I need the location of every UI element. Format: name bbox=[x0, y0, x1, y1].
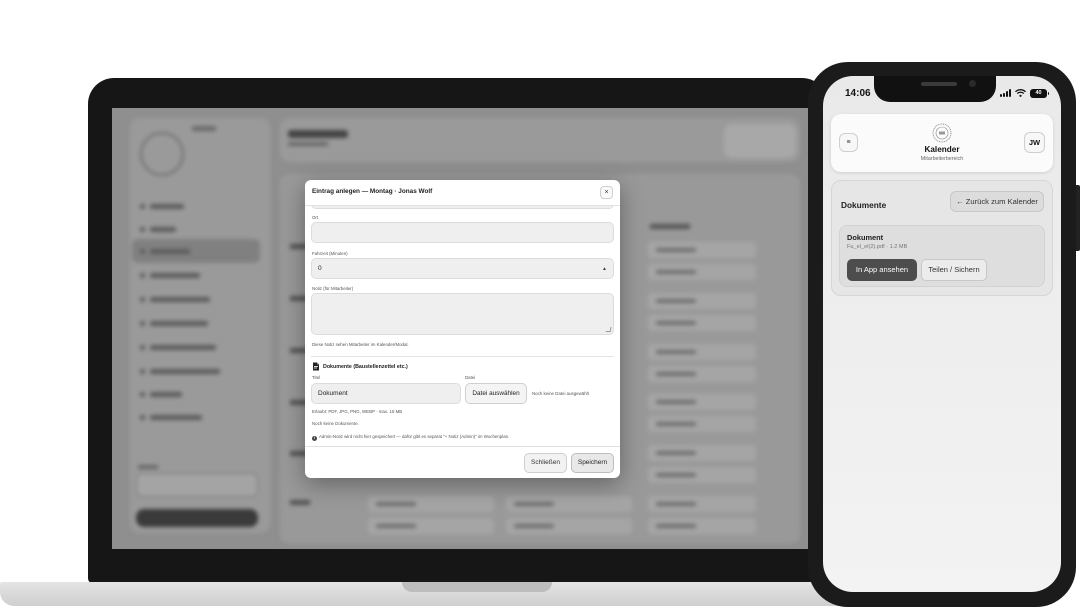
fahrzeit-select[interactable]: 0 ▲ bbox=[311, 258, 614, 279]
share-button[interactable]: Teilen / Sichern bbox=[921, 259, 987, 281]
no-documents-text: Noch keine Dokumente. bbox=[312, 421, 359, 426]
bg-cell bbox=[648, 344, 756, 360]
section-divider bbox=[311, 356, 614, 357]
device-mockup: Eintrag anlegen — Montag · Jonas Wolf × … bbox=[0, 0, 1080, 608]
phone-screen: 14:06 40 ≡ Kalender Mitarbeiterbereich J… bbox=[823, 76, 1061, 592]
bg-cell bbox=[648, 496, 756, 512]
previous-field-edge bbox=[311, 206, 614, 209]
bg-cell bbox=[648, 293, 756, 309]
bg-logout-button bbox=[136, 509, 258, 527]
documents-title: Dokumente bbox=[841, 200, 887, 210]
titel-input[interactable]: Dokument bbox=[311, 383, 461, 404]
modal-body[interactable]: Ort Fahrzeit (Minuten) 0 ▲ Notiz (für Mi… bbox=[305, 206, 620, 446]
chevron-updown-icon: ▲ bbox=[602, 266, 607, 272]
modal-header: Eintrag anlegen — Montag · Jonas Wolf × bbox=[305, 180, 620, 206]
app-title: Kalender bbox=[924, 145, 960, 154]
notiz-textarea[interactable] bbox=[311, 293, 614, 335]
back-to-calendar-button[interactable]: ← Zurück zum Kalender bbox=[950, 191, 1044, 212]
choose-file-button[interactable]: Datei auswählen bbox=[465, 383, 527, 404]
bg-cell bbox=[648, 445, 756, 461]
battery-icon: 40 bbox=[1030, 88, 1049, 98]
bg-header bbox=[280, 118, 800, 162]
app-subtitle: Mitarbeiterbereich bbox=[920, 156, 964, 162]
bg-cell bbox=[506, 518, 632, 534]
status-time: 14:06 bbox=[845, 88, 871, 99]
bg-cell bbox=[648, 264, 756, 280]
close-icon[interactable]: × bbox=[600, 186, 613, 199]
resize-handle-icon[interactable] bbox=[605, 327, 612, 332]
bg-select-label bbox=[138, 465, 158, 469]
speaker bbox=[921, 82, 957, 86]
avatar[interactable]: JW bbox=[1024, 132, 1045, 153]
bg-day-label bbox=[290, 500, 310, 505]
bg-nav-item bbox=[134, 272, 244, 280]
app-header: ≡ Kalender Mitarbeiterbereich JW bbox=[831, 114, 1053, 172]
bg-cell bbox=[648, 366, 756, 382]
bg-cell bbox=[648, 394, 756, 410]
bg-cell bbox=[648, 315, 756, 331]
status-icons: 40 bbox=[1000, 88, 1049, 98]
bg-header-title bbox=[288, 130, 348, 138]
bg-nav-item bbox=[134, 344, 244, 352]
modal-footer: Schließen Speichern bbox=[305, 446, 620, 478]
bg-cell bbox=[648, 467, 756, 483]
datei-label: Datei bbox=[465, 375, 476, 380]
documents-card: Dokumente ← Zurück zum Kalender Dokument… bbox=[831, 180, 1053, 296]
titel-label: Titel bbox=[312, 375, 321, 380]
dynamic-island bbox=[874, 76, 996, 102]
bg-nav-item bbox=[134, 320, 244, 328]
signal-icon bbox=[1000, 89, 1011, 97]
bg-nav-item bbox=[134, 248, 244, 256]
wifi-icon bbox=[1015, 89, 1026, 97]
fahrzeit-label: Fahrzeit (Minuten) bbox=[312, 251, 348, 256]
bg-column-header bbox=[650, 224, 690, 229]
bg-select bbox=[136, 473, 258, 497]
bg-cell bbox=[368, 518, 494, 534]
bg-nav-item bbox=[134, 414, 244, 422]
bg-logo bbox=[140, 132, 184, 176]
admin-note-text: Admin-Notiz wird nicht hier gespeichert … bbox=[319, 434, 510, 439]
document-meta: Fu_el_el(2).pdf · 1.2 MB bbox=[847, 244, 908, 250]
bg-nav-item bbox=[134, 368, 244, 376]
bg-cell bbox=[648, 416, 756, 432]
bg-nav-item bbox=[134, 226, 244, 234]
notiz-label: Notiz (für Mitarbeiter) bbox=[312, 286, 354, 291]
save-button[interactable]: Speichern bbox=[571, 453, 614, 473]
bg-brand bbox=[192, 126, 216, 131]
bg-cell bbox=[506, 496, 632, 512]
bg-nav-item bbox=[134, 296, 244, 304]
notiz-hint: Diese Notiz sehen Mitarbeiter im Kalende… bbox=[312, 342, 409, 347]
modal-title: Eintrag anlegen — Montag · Jonas Wolf bbox=[312, 188, 433, 195]
ort-input[interactable] bbox=[311, 222, 614, 243]
bg-cell bbox=[368, 496, 494, 512]
bg-cell bbox=[648, 518, 756, 534]
camera bbox=[969, 80, 976, 87]
ort-label: Ort bbox=[312, 215, 319, 220]
bg-nav-item bbox=[134, 203, 244, 211]
document-title: Dokument bbox=[847, 233, 884, 242]
admin-note-hint: i Admin-Notiz wird nicht hier gespeichert… bbox=[312, 434, 509, 441]
fahrzeit-value: 0 bbox=[318, 265, 322, 272]
bg-user-chip bbox=[724, 124, 796, 158]
file-status: Noch keine Datei ausgewählt bbox=[532, 391, 589, 396]
close-button[interactable]: Schließen bbox=[524, 453, 567, 473]
entry-modal: Eintrag anlegen — Montag · Jonas Wolf × … bbox=[305, 180, 620, 478]
document-icon bbox=[313, 362, 319, 371]
bg-nav-item bbox=[134, 391, 244, 399]
document-item: Dokument Fu_el_el(2).pdf · 1.2 MB In App… bbox=[839, 225, 1045, 287]
phone-side-button bbox=[1076, 185, 1080, 251]
documents-section-title: Dokumente (Baustellenzettel etc.) bbox=[323, 364, 408, 370]
allowed-types: Erlaubt: PDF, JPG, PNG, WEBP · max. 15 M… bbox=[312, 409, 403, 414]
bg-cell bbox=[648, 242, 756, 258]
laptop-hinge-notch bbox=[402, 582, 552, 592]
bg-header-subtitle bbox=[288, 142, 328, 146]
seal-logo-icon bbox=[932, 123, 952, 143]
info-icon: i bbox=[312, 435, 317, 441]
view-in-app-button[interactable]: In App ansehen bbox=[847, 259, 917, 281]
